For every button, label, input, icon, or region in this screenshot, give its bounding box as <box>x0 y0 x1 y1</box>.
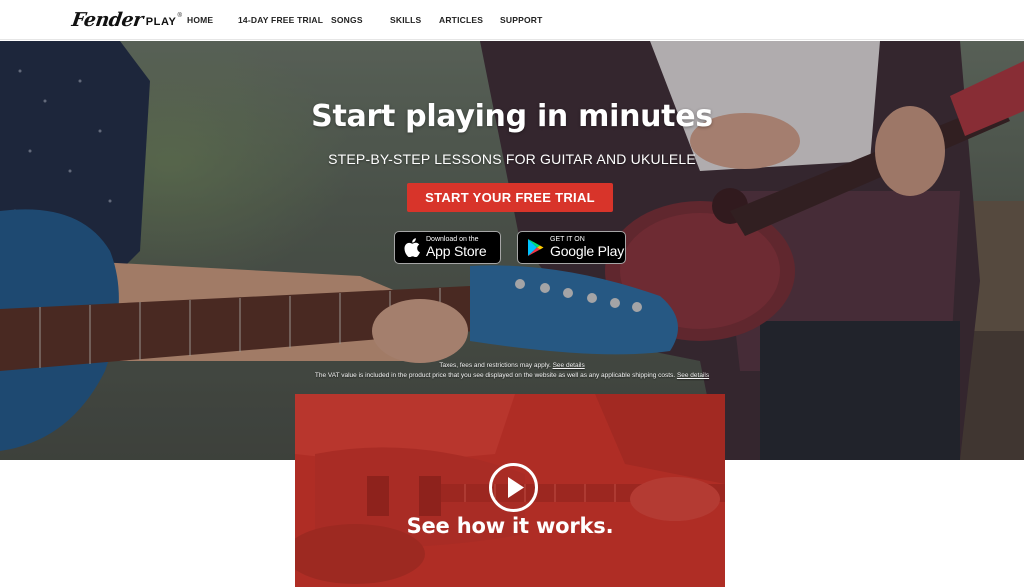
play-triangle-icon <box>508 477 524 498</box>
legal-vat-text: The VAT value is included in the product… <box>314 372 676 379</box>
legal-line-taxes: Taxes, fees and restrictions may apply. … <box>0 362 1024 369</box>
nav-free-trial[interactable]: 14-DAY FREE TRIAL <box>238 15 323 25</box>
apple-icon <box>404 238 420 257</box>
nav-support[interactable]: SUPPORT <box>500 15 543 25</box>
google-play-badge[interactable]: GET IT ON Google Play <box>517 231 626 264</box>
legal-vat-link[interactable]: See details <box>677 372 709 379</box>
legal-taxes-text: Taxes, fees and restrictions may apply. <box>439 362 551 369</box>
video-caption: See how it works. <box>406 514 614 538</box>
legal-taxes-link[interactable]: See details <box>553 362 585 369</box>
legal-line-vat: The VAT value is included in the product… <box>0 372 1024 379</box>
app-store-badge[interactable]: Download on the App Store <box>394 231 501 264</box>
play-icon[interactable] <box>489 463 538 512</box>
app-store-big-text: App Store <box>426 243 487 259</box>
hero-title: Start playing in minutes <box>311 99 713 134</box>
fender-play-logo[interactable]: Fender PLAY ® <box>70 6 182 34</box>
logo-script-text: Fender <box>70 9 145 31</box>
hero-subtitle: STEP-BY-STEP LESSONS FOR GUITAR AND UKUL… <box>328 151 696 167</box>
google-play-icon <box>527 238 544 257</box>
google-play-big-text: Google Play <box>550 243 625 259</box>
start-free-trial-button[interactable]: START YOUR FREE TRIAL <box>407 183 613 212</box>
nav-articles[interactable]: ARTICLES <box>439 15 483 25</box>
app-store-text: Download on the App Store <box>426 236 487 259</box>
nav-home[interactable]: HOME <box>187 15 213 25</box>
nav-songs[interactable]: SONGS <box>331 15 363 25</box>
site-header: Fender PLAY ® HOME 14-DAY FREE TRIAL SON… <box>0 0 1024 40</box>
nav-skills[interactable]: SKILLS <box>390 15 421 25</box>
logo-play-text: PLAY <box>145 15 177 28</box>
logo-trademark: ® <box>177 13 182 19</box>
google-play-text: GET IT ON Google Play <box>550 236 624 259</box>
